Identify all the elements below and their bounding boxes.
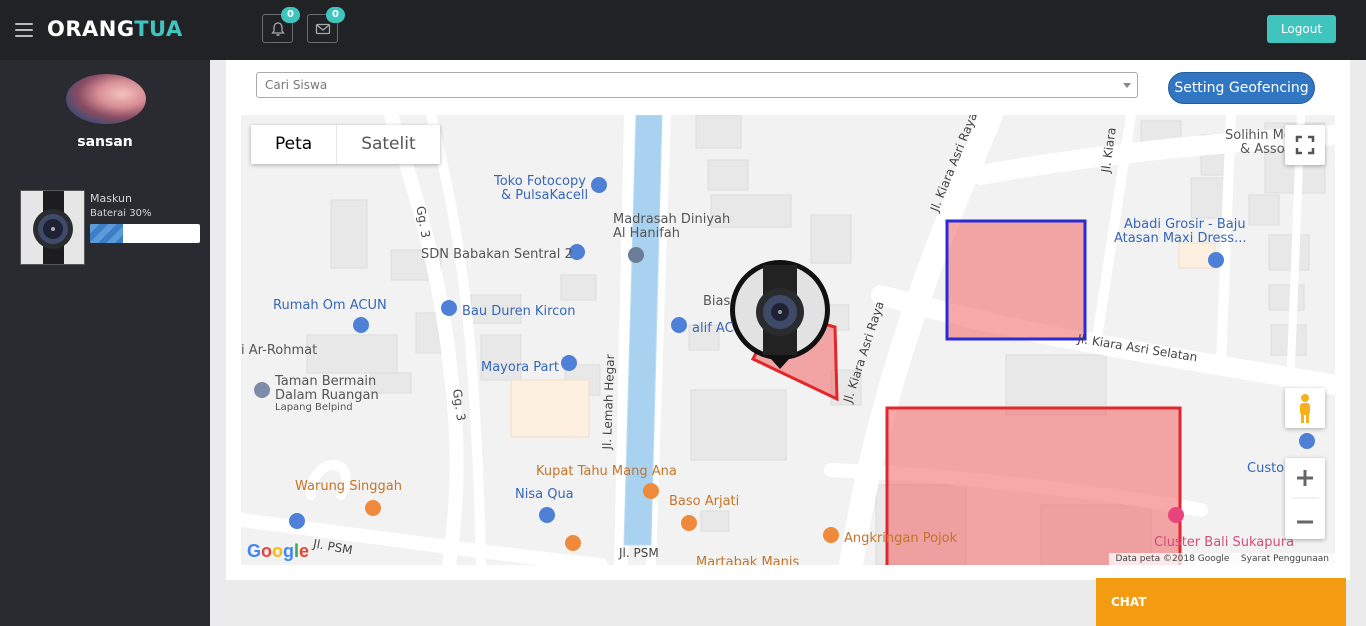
poi-label[interactable]: Solihin Mo [1225,128,1292,143]
poi-label[interactable]: & PulsaKacell [501,188,588,203]
poi-label[interactable]: i Ar-Rohmat [241,343,317,358]
poi-label[interactable]: Nisa Qua [515,487,574,502]
chat-button[interactable]: CHAT [1096,578,1346,626]
battery-progress [90,224,200,243]
fullscreen-button[interactable] [1285,125,1325,165]
poi-label[interactable]: Taman Bermain [275,374,376,389]
poi-label[interactable]: Lapang Belpind [275,402,353,413]
street-view-button[interactable] [1285,388,1325,428]
road-label: Jl. PSM [619,546,659,560]
zoom-in-icon[interactable] [1297,470,1313,486]
map-canvas[interactable] [241,115,1335,565]
student-watch-image [20,190,85,265]
poi-label[interactable]: Rumah Om ACUN [273,298,387,313]
brand-part1: ORANG [47,17,135,41]
setting-geofencing-button[interactable]: Setting Geofencing [1168,72,1315,104]
fullscreen-icon [1295,135,1315,155]
chevron-down-icon [1123,83,1131,88]
brand-part2: TUA [134,17,183,41]
poi-label[interactable]: Dalam Ruangan [275,388,379,403]
avatar [66,74,146,124]
poi-label[interactable]: & Asso [1240,142,1285,157]
poi-label[interactable]: Toko Fotocopy [494,174,586,189]
messages-button[interactable]: 0 [307,7,345,43]
map-view[interactable]: Peta Satelit Toko Fotocopy & PulsaKacell… [241,115,1335,565]
poi-label[interactable]: Madrasah Diniyah [613,212,730,227]
poi-label[interactable]: Baso Arjati [669,494,739,509]
poi-label[interactable]: Abadi Grosir - Baju [1124,217,1246,232]
menu-icon[interactable] [15,23,33,37]
top-navbar: ORANGTUA 0 0 Logout [0,0,1366,60]
poi-label[interactable]: Bias [703,294,730,309]
attribution-text: Data peta ©2018 Google [1115,554,1230,564]
poi-label[interactable]: Warung Singgah [295,479,402,494]
poi-label[interactable]: Martabak Manis [696,555,799,565]
geofence-blue-area[interactable] [945,219,1087,341]
envelope-icon [315,23,331,35]
notifications-button[interactable]: 0 [262,7,300,43]
poi-label[interactable]: Mayora Part [481,360,559,375]
zoom-controls [1285,458,1325,539]
google-logo[interactable]: Google [247,541,309,562]
poi-label[interactable]: Cluster Bali Sukapura [1154,535,1294,550]
poi-label[interactable]: alif AC [692,321,734,336]
poi-label[interactable]: SDN Babakan Sentral 2 [421,247,573,262]
student-search-select[interactable]: Cari Siswa [256,72,1138,98]
bell-icon [271,22,285,36]
brand-logo[interactable]: ORANGTUA [47,17,183,41]
map-type-toggle: Peta Satelit [251,125,440,164]
username: sansan [77,134,133,150]
logout-button[interactable]: Logout [1267,15,1336,43]
pegman-icon [1300,394,1310,423]
poi-label[interactable]: Bau Duren Kircon [462,304,575,319]
notifications-badge: 0 [281,7,300,23]
map-attribution: Data peta ©2018 Google Syarat Penggunaan [1109,553,1335,565]
messages-badge: 0 [326,7,345,23]
poi-label[interactable]: Kupat Tahu Mang Ana [536,464,677,479]
map-type-satelit[interactable]: Satelit [337,125,439,164]
search-placeholder: Cari Siswa [265,78,328,92]
map-type-peta[interactable]: Peta [251,125,338,164]
student-card[interactable]: Maskun Baterai 30% [20,190,200,266]
battery-fill [90,224,123,243]
poi-label[interactable]: Al Hanifah [613,226,680,241]
sidebar: sansan Maskun Baterai 30% [0,60,210,626]
poi-label[interactable]: Atasan Maxi Dress... [1114,231,1246,246]
terms-link[interactable]: Syarat Penggunaan [1241,554,1329,564]
poi-label[interactable]: Angkringan Pojok [844,531,957,546]
student-name: Maskun [90,192,132,205]
battery-label: Baterai 30% [90,208,152,219]
